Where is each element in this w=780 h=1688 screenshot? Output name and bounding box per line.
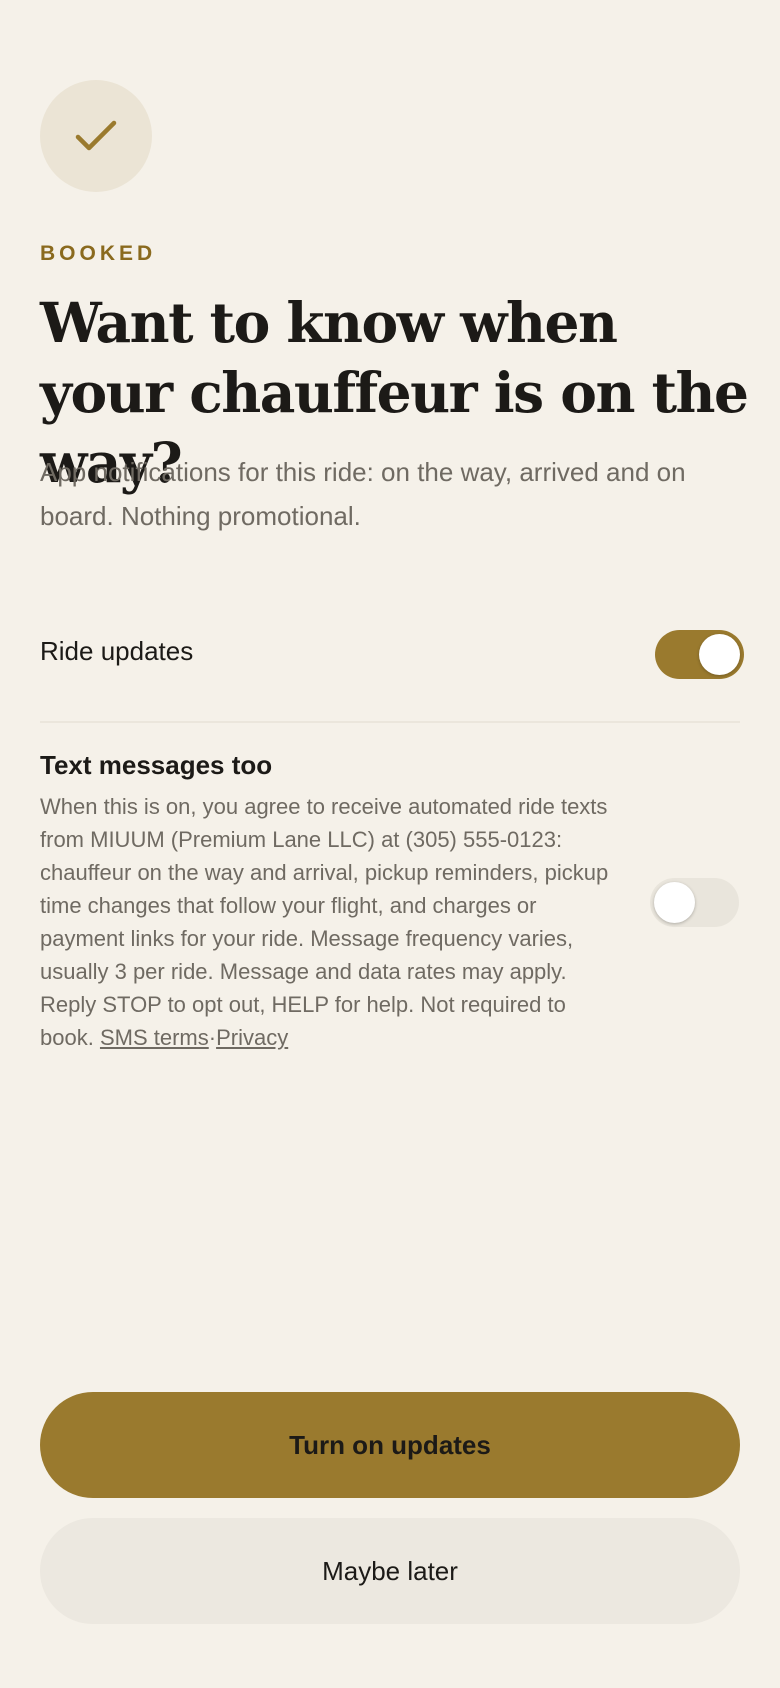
page-subtitle: App notifications for this ride: on the … [40, 457, 686, 531]
text-messages-disclosure: When this is on, you agree to receive au… [40, 790, 620, 1054]
ride-updates-toggle[interactable] [655, 630, 744, 679]
text-messages-toggle[interactable] [650, 878, 739, 927]
privacy-link[interactable]: Privacy [216, 1025, 288, 1050]
toggle-knob [699, 634, 740, 675]
checkmark-icon [75, 120, 117, 151]
ride-updates-row: Ride updates [40, 628, 744, 679]
divider [40, 721, 740, 723]
link-separator: · [208, 1025, 217, 1050]
ride-updates-label: Ride updates [40, 636, 194, 666]
sms-terms-link[interactable]: SMS terms [100, 1025, 209, 1050]
booked-badge [40, 80, 152, 192]
booked-eyebrow: BOOKED [40, 242, 157, 265]
turn-on-updates-button[interactable]: Turn on updates [40, 1392, 740, 1498]
toggle-knob [654, 882, 695, 923]
maybe-later-button[interactable]: Maybe later [40, 1518, 740, 1624]
text-messages-title: Text messages too [40, 750, 273, 780]
text-messages-body: When this is on, you agree to receive au… [40, 794, 609, 1050]
